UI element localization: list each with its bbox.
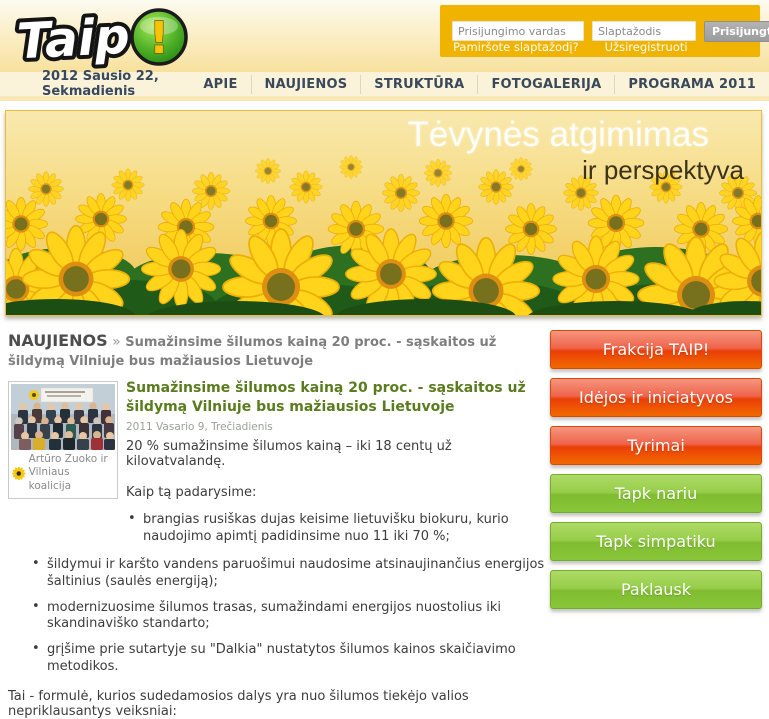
sidebar-button-tapk-simpatiku[interactable]: Tapk simpatiku xyxy=(550,522,762,561)
bullet-text: grįšime prie sutartyje su "Dalkia" nusta… xyxy=(47,642,516,674)
password-input[interactable] xyxy=(592,21,696,41)
coalition-group-photo[interactable] xyxy=(11,384,115,450)
article-bullet-list: • šildymui ir karšto vandens paruošimui … xyxy=(30,557,548,676)
hero-banner: Tėvynės atgimimas ir perspektyva xyxy=(5,110,762,316)
nav-item-struktura[interactable]: STRUKTŪRA xyxy=(360,75,477,94)
bullet-marker: • xyxy=(32,556,40,573)
article-photo-frame: Artūro Zuoko ir Vilniaus koalicija xyxy=(8,381,118,499)
photo-caption-text: Artūro Zuoko ir Vilniaus koalicija xyxy=(29,453,114,494)
sidebar-button-paklausk[interactable]: Paklausk xyxy=(550,570,762,609)
article-intro: 20 % sumažinsime šilumos kainą – iki 18 … xyxy=(126,439,548,469)
hero-title: Tėvynės atgimimas xyxy=(408,115,709,155)
list-item: • modernizuosime šilumos trasas, sumažin… xyxy=(30,600,548,634)
list-item: • brangias rusiškas dujas keisime lietuv… xyxy=(126,512,548,546)
nav-item-fotogalerija[interactable]: FOTOGALERIJA xyxy=(477,75,614,94)
nav-item-apie[interactable]: APIE xyxy=(190,75,250,94)
breadcrumb-section-naujienos[interactable]: NAUJIENOS xyxy=(8,331,108,350)
login-panel: Prisijungti Pamiršote slaptažodį? Užsire… xyxy=(440,5,760,57)
sidebar-button-tyrimai[interactable]: Tyrimai xyxy=(550,426,762,465)
sidebar-button-idejos-ir-iniciatyvos[interactable]: Idėjos ir iniciatyvos xyxy=(550,378,762,417)
article-how-heading: Kaip tą padarysime: xyxy=(126,485,548,500)
article-title: Sumažinsime šilumos kainą 20 proc. - sąs… xyxy=(126,379,548,418)
hero-subtitle: ir perspektyva xyxy=(582,155,744,186)
breadcrumb: NAUJIENOS » Sumažinsime šilumos kainą 20… xyxy=(8,330,548,371)
taip-logo-graphic: Taip ! xyxy=(12,3,194,69)
bullet-text: šildymui ir karšto vandens paruošimui na… xyxy=(47,557,544,589)
bullet-marker: • xyxy=(32,641,40,658)
bullet-text: modernizuosime šilumos trasas, sumažinda… xyxy=(47,600,501,632)
sidebar: Frakcija TAIP! Idėjos ir iniciatyvos Tyr… xyxy=(550,330,762,719)
main-column: NAUJIENOS » Sumažinsime šilumos kainą 20… xyxy=(8,330,548,719)
taip-logo[interactable]: Taip ! xyxy=(12,3,194,73)
sunflower-icon xyxy=(12,460,26,487)
content-area: NAUJIENOS » Sumažinsime šilumos kainą 20… xyxy=(8,330,762,719)
username-input[interactable] xyxy=(452,21,584,41)
logo-exclamation-icon: ! xyxy=(149,13,169,64)
bullet-marker: • xyxy=(32,599,40,616)
nav-item-programa-2011[interactable]: PROGRAMA 2011 xyxy=(614,75,769,94)
current-date-label: 2012 Sausio 22, Sekmadienis xyxy=(42,69,162,99)
article-date: 2011 Vasario 9, Trečiadienis xyxy=(126,421,548,433)
article-outro: Tai - formulė, kurios sudedamosios dalys… xyxy=(8,689,548,719)
nav-item-naujienos[interactable]: NAUJIENOS xyxy=(251,75,361,94)
main-navigation: 2012 Sausio 22, Sekmadienis APIE NAUJIEN… xyxy=(0,72,769,101)
logo-text: Taip xyxy=(16,8,131,69)
login-links: Pamiršote slaptažodį? Užsiregistruoti xyxy=(453,40,688,54)
login-button[interactable]: Prisijungti xyxy=(704,21,769,42)
menu: APIE NAUJIENOS STRUKTŪRA FOTOGALERIJA PR… xyxy=(190,75,769,94)
register-link[interactable]: Užsiregistruoti xyxy=(605,40,688,54)
login-form-row: Prisijungti xyxy=(452,21,769,42)
article-header-block: Sumažinsime šilumos kainą 20 proc. - sąs… xyxy=(126,379,548,546)
sidebar-button-frakcija-taip[interactable]: Frakcija TAIP! xyxy=(550,330,762,369)
header: Taip ! Prisijungti Pamiršote slaptažodį?… xyxy=(0,0,769,72)
bullet-text: brangias rusiškas dujas keisime lietuviš… xyxy=(143,512,509,544)
news-article: Artūro Zuoko ir Vilniaus koalicija Sumaž… xyxy=(8,379,548,719)
sidebar-button-tapk-nariu[interactable]: Tapk nariu xyxy=(550,474,762,513)
forgot-password-link[interactable]: Pamiršote slaptažodį? xyxy=(453,40,579,54)
bullet-marker: • xyxy=(128,511,136,528)
breadcrumb-separator: » xyxy=(112,334,121,350)
photo-caption: Artūro Zuoko ir Vilniaus koalicija xyxy=(11,450,115,496)
list-item: • šildymui ir karšto vandens paruošimui … xyxy=(30,557,548,591)
list-item: • grįšime prie sutartyje su "Dalkia" nus… xyxy=(30,642,548,676)
